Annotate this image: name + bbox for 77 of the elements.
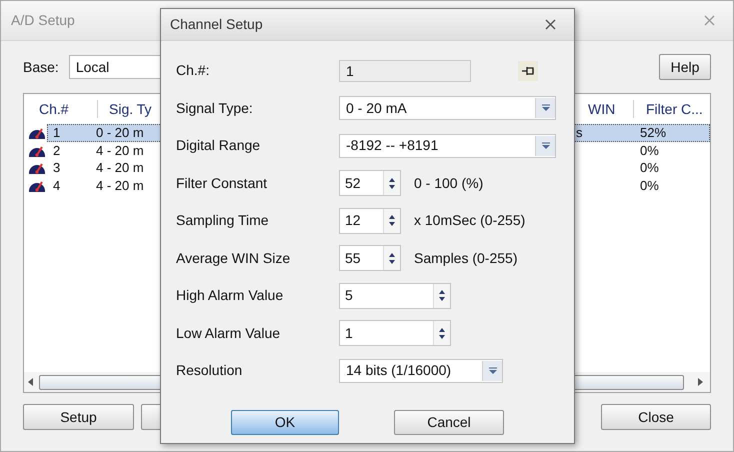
table-cell-text: s xyxy=(575,124,584,142)
column-header[interactable]: Ch.# xyxy=(24,98,97,120)
down-arrow-icon xyxy=(389,260,395,264)
table-cell-text: 2 xyxy=(52,142,62,160)
table-cell-text: 1 xyxy=(52,124,62,142)
spin-value: 52 xyxy=(344,174,362,193)
close-button[interactable]: Close xyxy=(601,404,711,430)
dropdown-field[interactable]: -8192 -- +8191 xyxy=(339,134,556,158)
left-arrow-icon xyxy=(28,378,33,386)
down-arrow-icon xyxy=(439,297,445,302)
pin-icon xyxy=(518,60,538,81)
field-label: Digital Range xyxy=(176,136,262,156)
table-cell-text: 4 - 20 m xyxy=(96,159,144,177)
readonly-field: 1 xyxy=(339,60,471,82)
dropdown-button[interactable] xyxy=(482,360,502,381)
down-arrow-icon xyxy=(389,222,395,226)
spin-value: 55 xyxy=(344,248,362,268)
window-title: A/D Setup xyxy=(11,11,75,30)
spin-field[interactable]: 1 xyxy=(339,320,451,346)
dropdown-button[interactable] xyxy=(535,98,555,118)
caret-icon xyxy=(540,104,550,112)
field-label: Signal Type: xyxy=(176,98,254,118)
unit-label: Samples (0-255) xyxy=(414,248,518,268)
field-label: Low Alarm Value xyxy=(176,324,282,343)
table-cell-text: 52% xyxy=(639,124,668,142)
table-cell-text: 4 - 20 m xyxy=(96,176,144,194)
base-label: Base: xyxy=(23,58,59,76)
column-header[interactable]: Filter C... xyxy=(634,98,710,120)
field-label: Resolution xyxy=(176,361,244,380)
spin-value: 1 xyxy=(344,324,354,343)
column-header[interactable]: Sig. Ty xyxy=(98,98,152,120)
spin-value: 5 xyxy=(344,286,354,306)
spin-buttons[interactable] xyxy=(383,208,400,233)
spin-field[interactable]: 5 xyxy=(339,282,451,309)
dialog-title: Channel Setup xyxy=(170,15,263,34)
down-arrow-icon xyxy=(389,184,395,189)
setup-button[interactable]: Setup xyxy=(23,404,134,430)
spin-field[interactable]: 55 xyxy=(339,245,401,272)
dropdown-value: 14 bits (1/16000) xyxy=(346,361,452,380)
up-arrow-icon xyxy=(389,178,395,182)
field-label: Sampling Time xyxy=(176,211,270,230)
table-cell-text: 0% xyxy=(639,159,660,177)
dropdown-field[interactable]: 0 - 20 mA xyxy=(339,96,556,120)
table-cell-text: 4 xyxy=(52,176,62,194)
close-icon xyxy=(545,19,556,30)
up-arrow-icon xyxy=(439,328,445,332)
spin-buttons[interactable] xyxy=(433,284,450,308)
table-cell-text: 0 - 20 m xyxy=(96,124,144,142)
right-arrow-icon xyxy=(698,378,703,386)
unit-label: x 10mSec (0-255) xyxy=(414,211,526,230)
help-button[interactable]: Help xyxy=(659,54,711,80)
spin-buttons[interactable] xyxy=(383,246,400,270)
unit-label: 0 - 100 (%) xyxy=(414,174,484,193)
spin-field[interactable]: 12 xyxy=(339,208,401,234)
column-header[interactable]: WIN xyxy=(587,98,633,120)
dropdown-value: 0 - 20 mA xyxy=(346,98,408,118)
caret-icon xyxy=(488,366,498,375)
field-label: Average WIN Size xyxy=(176,248,292,268)
spin-buttons[interactable] xyxy=(433,321,450,346)
caret-icon xyxy=(540,142,550,150)
dropdown-value: -8192 -- +8191 xyxy=(346,136,440,156)
close-icon xyxy=(704,15,715,26)
ok-button[interactable]: OK xyxy=(231,410,339,434)
table-cell-text: 4 - 20 m xyxy=(96,142,144,160)
dropdown-button[interactable] xyxy=(535,136,555,156)
spin-value: 12 xyxy=(344,211,362,230)
spin-buttons[interactable] xyxy=(383,171,400,196)
field-label: High Alarm Value xyxy=(176,286,284,306)
field-label: Filter Constant xyxy=(176,174,268,193)
up-arrow-icon xyxy=(389,252,395,257)
dropdown-field[interactable]: 14 bits (1/16000) xyxy=(339,358,503,383)
cancel-button[interactable]: Cancel xyxy=(394,410,504,434)
spin-field[interactable]: 52 xyxy=(339,170,401,196)
down-arrow-icon xyxy=(439,334,445,339)
up-arrow-icon xyxy=(389,215,395,220)
table-cell-text: 3 xyxy=(52,159,62,177)
up-arrow-icon xyxy=(439,290,445,294)
